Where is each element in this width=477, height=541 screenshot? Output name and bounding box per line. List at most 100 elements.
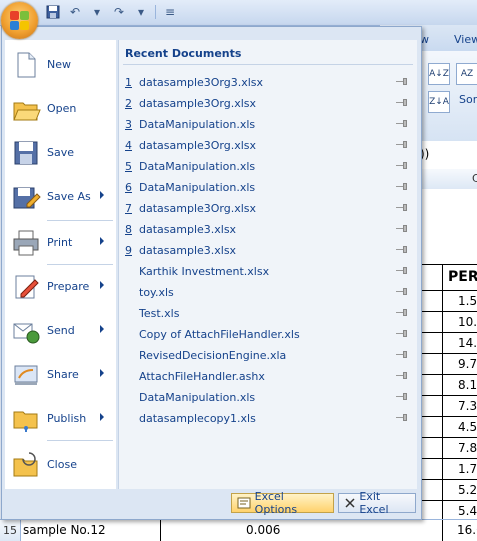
recent-document-name: datasample3Org.xlsx [139,97,257,110]
cell-value[interactable]: 0.006 [246,523,280,537]
menu-item-send[interactable]: Send [5,312,116,352]
pin-icon[interactable] [396,267,408,274]
pin-icon[interactable] [396,225,408,232]
recent-document-item[interactable]: RevisedDecisionEngine.xla [119,345,417,365]
recent-document-item[interactable]: 5 DataManipulation.xls [119,156,417,176]
redo-icon[interactable]: ↷ [111,4,127,20]
prepare-icon [11,272,41,302]
menu-item-label: Send [47,324,75,337]
sort-ascending-icon[interactable]: A↓Z [428,63,450,85]
undo-icon[interactable]: ↶ [67,4,83,20]
recent-document-item[interactable]: 9 datasample3.xlsx [119,240,417,260]
recent-document-item[interactable]: 8 datasample3.xlsx [119,219,417,239]
pin-icon[interactable] [396,309,408,316]
send-icon [11,316,41,346]
menu-item-new[interactable]: New [5,46,116,86]
cell-border [442,520,443,541]
cell-value[interactable]: 7.3 [458,399,477,413]
recent-document-name: Copy of AttachFileHandler.xls [139,328,300,341]
recent-document-item[interactable]: 1 datasample3Org3.xlsx [119,72,417,92]
undo-dropdown-icon[interactable]: ▾ [89,4,105,20]
recent-document-item[interactable]: 4 datasample3Org.xlsx [119,135,417,155]
pin-icon[interactable] [396,162,408,169]
recent-document-item[interactable]: DataManipulation.xls [119,387,417,407]
recent-document-item[interactable]: 6 DataManipulation.xls [119,177,417,197]
recent-documents-title: Recent Documents [125,47,242,60]
pin-icon[interactable] [396,99,408,106]
cell-value[interactable]: 10.0 [458,315,477,329]
sort-label[interactable]: Sor [459,93,477,106]
sort-dialog-icon[interactable]: AZ [456,63,477,85]
office-button[interactable] [1,2,38,39]
pin-icon[interactable] [396,204,408,211]
cell-value[interactable]: 5.4 [458,504,477,518]
customize-qat-icon[interactable]: ≡ [162,4,178,20]
submenu-arrow-icon [100,281,104,289]
pin-icon[interactable] [396,78,408,85]
recent-document-name: AttachFileHandler.ashx [139,370,265,383]
recent-document-item[interactable]: Copy of AttachFileHandler.xls [119,324,417,344]
close-folder-icon [11,450,41,480]
sheet-row-15[interactable]: 15 sample No.12 0.006 16.0 [0,519,477,541]
recent-document-number: 3 [125,118,132,131]
menu-item-print[interactable]: Print [5,224,116,264]
recent-document-name: DataManipulation.xls [139,118,256,131]
menu-item-share[interactable]: Share [5,356,116,396]
recent-document-item[interactable]: 3 DataManipulation.xls [119,114,417,134]
menu-item-save-as[interactable]: Save As [5,178,116,218]
pin-icon[interactable] [396,141,408,148]
save-icon[interactable] [45,4,61,20]
recent-document-item[interactable]: datasamplecopy1.xls [119,408,417,428]
pin-icon[interactable] [396,414,408,421]
pin-icon[interactable] [396,393,408,400]
pin-icon[interactable] [396,183,408,190]
menu-item-prepare[interactable]: Prepare [5,268,116,308]
cell-value[interactable]: 1.7 [458,462,477,476]
column-header-c[interactable]: C [472,172,477,185]
menu-item-publish[interactable]: Publish [5,400,116,440]
exit-excel-button[interactable]: Exit Excel [338,490,416,516]
excel-options-button[interactable]: Excel Options [231,490,334,516]
row-number[interactable]: 15 [0,520,21,541]
pin-icon[interactable] [396,372,408,379]
submenu-arrow-icon [100,413,104,421]
recent-document-item[interactable]: 7 datasample3Org.xlsx [119,198,417,218]
cell-value-right[interactable]: 16.0 [457,523,477,537]
cell-value[interactable]: 8.1 [458,378,477,392]
recent-document-item[interactable]: 2 datasample3Org.xlsx [119,93,417,113]
menu-item-close[interactable]: Close [5,446,116,486]
recent-document-name: DataManipulation.xls [139,160,256,173]
recent-document-item[interactable]: Karthik Investment.xlsx [119,261,417,281]
exit-excel-label: Exit Excel [359,490,389,516]
recent-document-item[interactable]: Test.xls [119,303,417,323]
recent-document-item[interactable]: AttachFileHandler.ashx [119,366,417,386]
menu-item-save[interactable]: Save [5,134,116,174]
recent-document-name: datasample3Org.xlsx [139,202,257,215]
pin-icon[interactable] [396,120,408,127]
redo-dropdown-icon[interactable]: ▾ [133,4,149,20]
cell-value[interactable]: 9.7 [458,357,477,371]
recent-document-name: datasamplecopy1.xls [139,412,256,425]
pin-icon[interactable] [396,246,408,253]
sort-descending-icon[interactable]: Z↓A [428,91,450,113]
cell-label[interactable]: sample No.12 [23,523,106,537]
open-folder-icon [11,94,41,124]
recent-document-number: 8 [125,223,132,236]
cell-value[interactable]: 5.2 [458,483,477,497]
cell-value[interactable]: 4.5 [458,420,477,434]
cell-border [442,264,443,519]
tab-view[interactable]: View [454,33,477,46]
submenu-arrow-icon [100,369,104,377]
cell-value[interactable]: 7.8 [458,441,477,455]
recent-document-name: datasample3.xlsx [139,223,237,236]
pin-icon[interactable] [396,351,408,358]
recent-document-item[interactable]: toy.xls [119,282,417,302]
recent-document-number: 2 [125,97,132,110]
pin-icon[interactable] [396,288,408,295]
pin-icon[interactable] [396,330,408,337]
menu-item-label: Save As [47,190,91,203]
cell-value[interactable]: 1.5 [458,294,477,308]
menu-item-open[interactable]: Open [5,90,116,130]
qat-separator [155,5,156,19]
cell-value[interactable]: 14.4 [458,336,477,350]
